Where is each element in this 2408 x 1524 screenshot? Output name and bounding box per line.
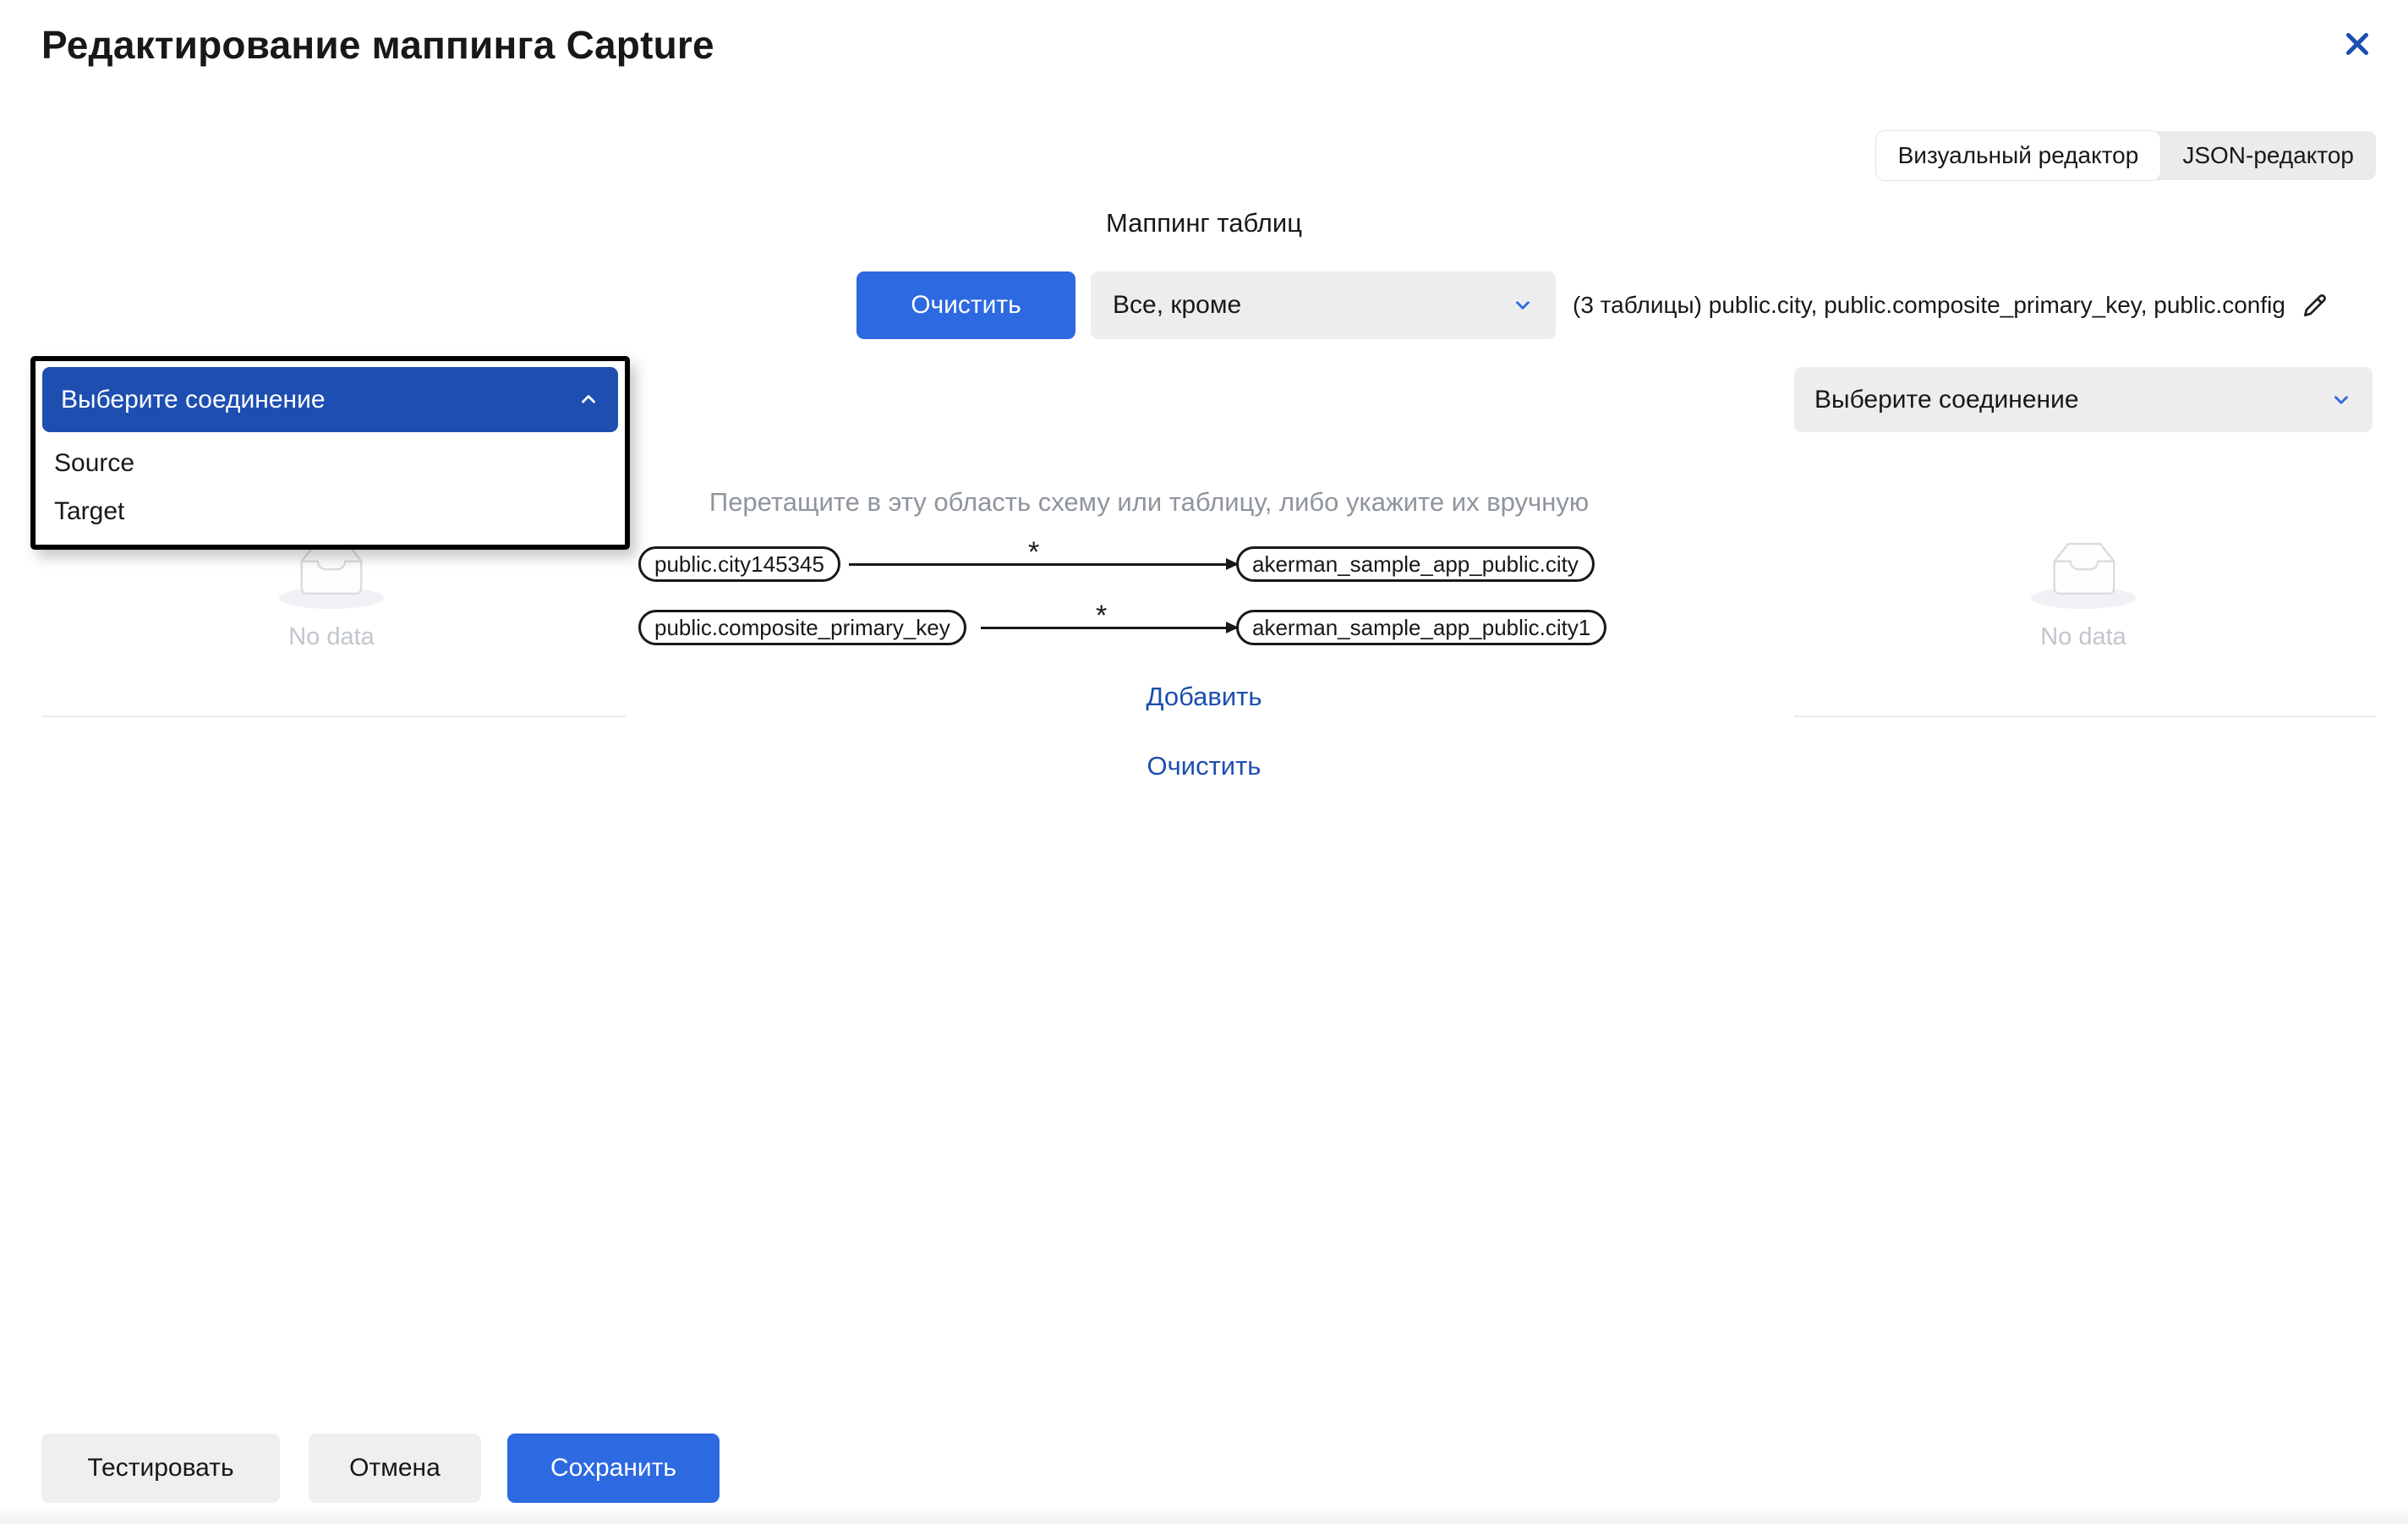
- empty-box-icon: [2044, 534, 2124, 605]
- test-button[interactable]: Тестировать: [41, 1434, 280, 1503]
- cardinality-asterisk: *: [1028, 536, 1039, 569]
- source-connection-placeholder: Выберите соединение: [61, 386, 326, 414]
- no-data-label: No data: [238, 623, 424, 651]
- source-table-pill[interactable]: public.composite_primary_key: [638, 610, 966, 645]
- chevron-down-icon: [1512, 294, 1534, 316]
- tab-visual-editor-label: Визуальный редактор: [1898, 142, 2139, 169]
- target-connection-placeholder: Выберите соединение: [1814, 386, 2079, 414]
- clear-tables-button[interactable]: Очистить: [856, 271, 1075, 339]
- close-button[interactable]: [2339, 25, 2376, 63]
- source-table-pill[interactable]: public.city145345: [638, 546, 840, 582]
- page-bottom-edge: [0, 1505, 2408, 1524]
- chevron-down-icon: [2330, 389, 2352, 411]
- tab-visual-editor[interactable]: Визуальный редактор: [1876, 131, 2161, 180]
- close-icon: [2342, 29, 2372, 59]
- target-connection-select[interactable]: Выберите соединение: [1794, 367, 2372, 432]
- chevron-up-icon: [577, 389, 599, 411]
- editor-mode-tabs: Визуальный редактор JSON-редактор: [1876, 131, 2376, 180]
- selected-tables-text: (3 таблицы) public.city, public.composit…: [1573, 292, 2285, 319]
- no-data-label: No data: [1990, 623, 2176, 651]
- cardinality-asterisk: *: [1096, 600, 1107, 633]
- save-button[interactable]: Сохранить: [507, 1434, 720, 1503]
- mapping-arrow: [981, 627, 1236, 629]
- source-connection-options: Source Target: [36, 432, 625, 535]
- source-connection-select: Выберите соединение Source Target: [30, 356, 630, 550]
- mapping-mode-select[interactable]: Все, кроме: [1091, 271, 1556, 339]
- tab-json-editor[interactable]: JSON-редактор: [2160, 131, 2376, 180]
- edit-mapping-dialog: Редактирование маппинга Capture Визуальн…: [0, 0, 2408, 1524]
- target-table-pill[interactable]: akerman_sample_app_public.city: [1236, 546, 1595, 582]
- target-table-pill[interactable]: akerman_sample_app_public.city1: [1236, 610, 1606, 645]
- panel-divider: [41, 715, 627, 717]
- mapping-mode-value: Все, кроме: [1113, 291, 1241, 320]
- cancel-button[interactable]: Отмена: [309, 1434, 481, 1503]
- tab-json-editor-label: JSON-редактор: [2182, 142, 2354, 169]
- page-title: Редактирование маппинга Capture: [41, 22, 714, 68]
- drop-area-hint: Перетащите в эту область схему или табли…: [638, 487, 1661, 518]
- table-mapping-heading: Маппинг таблиц: [0, 208, 2408, 238]
- selected-tables-summary: (3 таблицы) public.city, public.composit…: [1573, 271, 2331, 339]
- add-mapping-link[interactable]: Добавить: [0, 682, 2408, 712]
- option-target[interactable]: Target: [36, 487, 625, 535]
- clear-mappings-link[interactable]: Очистить: [0, 751, 2408, 781]
- source-connection-trigger[interactable]: Выберите соединение: [42, 367, 618, 432]
- option-source[interactable]: Source: [36, 439, 625, 487]
- mapping-arrow: [849, 563, 1236, 566]
- edit-icon[interactable]: [2299, 289, 2331, 321]
- panel-divider: [1794, 715, 2376, 717]
